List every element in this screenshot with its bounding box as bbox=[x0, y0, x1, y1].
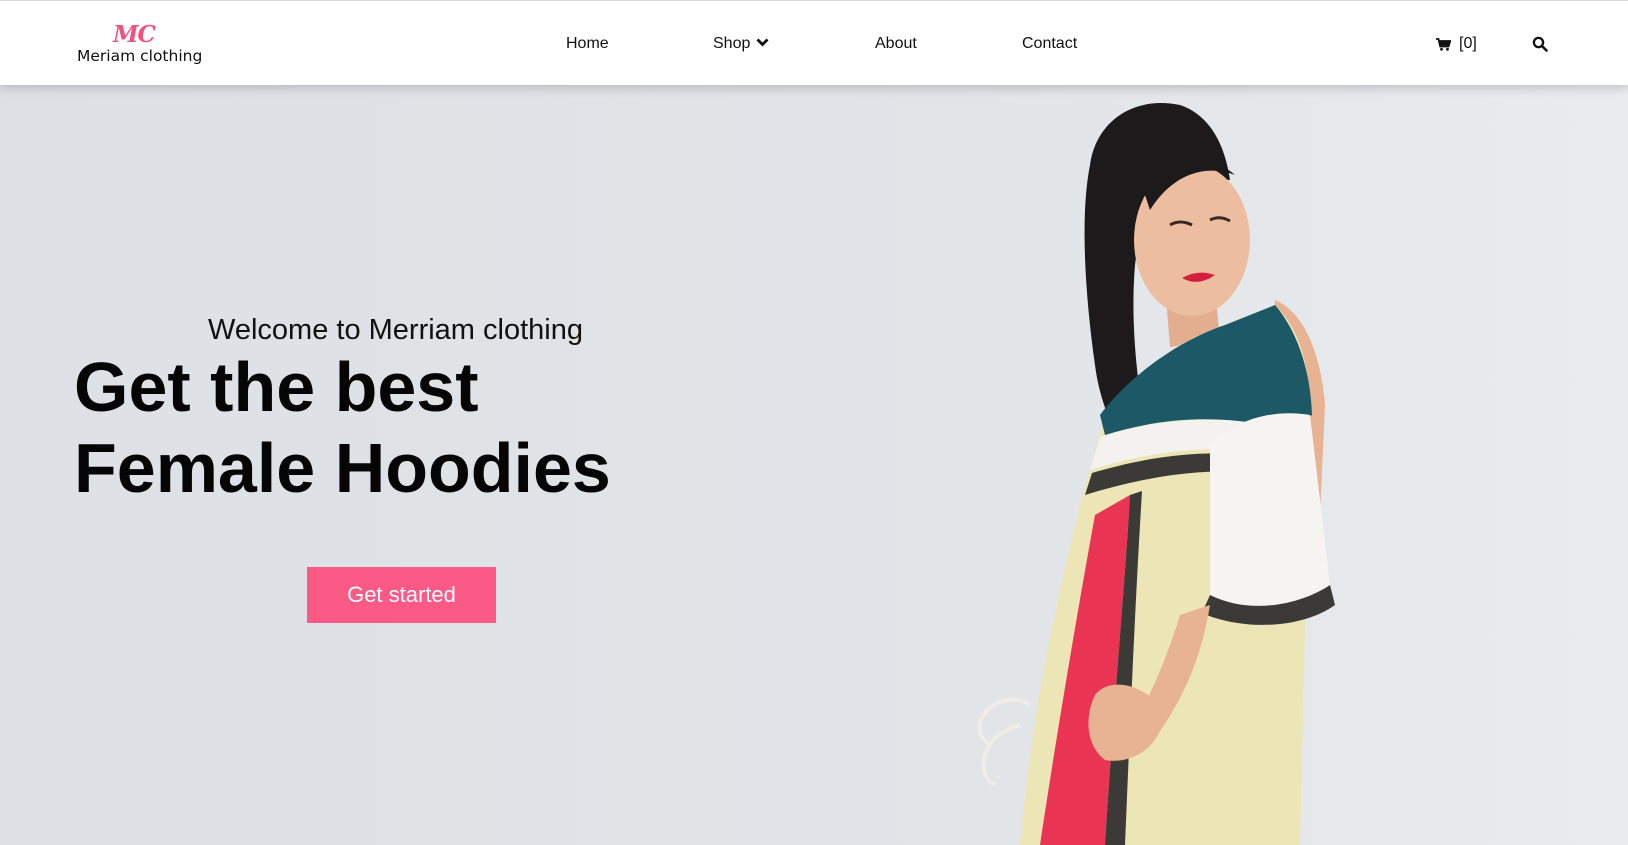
cart-count: [0] bbox=[1459, 35, 1477, 52]
nav-home-link[interactable]: Home bbox=[566, 34, 609, 54]
logo-mark: MC bbox=[113, 21, 156, 48]
hero-welcome: Welcome to Merriam clothing bbox=[208, 314, 583, 346]
hero-model-image bbox=[977, 103, 1335, 845]
cart-button[interactable]: [0] bbox=[1436, 34, 1477, 54]
nav-about-link[interactable]: About bbox=[875, 34, 917, 54]
brand-name: Meriam clothing bbox=[77, 47, 203, 65]
cart-icon bbox=[1436, 37, 1451, 51]
search-icon[interactable] bbox=[1532, 36, 1548, 52]
site-header: MC Meriam clothing Home Shop About Conta… bbox=[0, 0, 1628, 85]
chevron-down-icon bbox=[756, 38, 769, 47]
hero-section: Welcome to Merriam clothing Get the best… bbox=[0, 85, 1628, 845]
nav-shop-dropdown[interactable]: Shop bbox=[713, 34, 769, 54]
headline-line-2: Female Hoodies bbox=[74, 429, 611, 507]
get-started-button[interactable]: Get started bbox=[307, 567, 496, 623]
nav-shop-label: Shop bbox=[713, 35, 751, 52]
hero-headline: Get the best Female Hoodies bbox=[74, 347, 611, 509]
nav-contact-link[interactable]: Contact bbox=[1022, 34, 1077, 54]
headline-line-1: Get the best bbox=[74, 348, 479, 426]
brand-logo[interactable]: MC Meriam clothing bbox=[77, 23, 217, 67]
